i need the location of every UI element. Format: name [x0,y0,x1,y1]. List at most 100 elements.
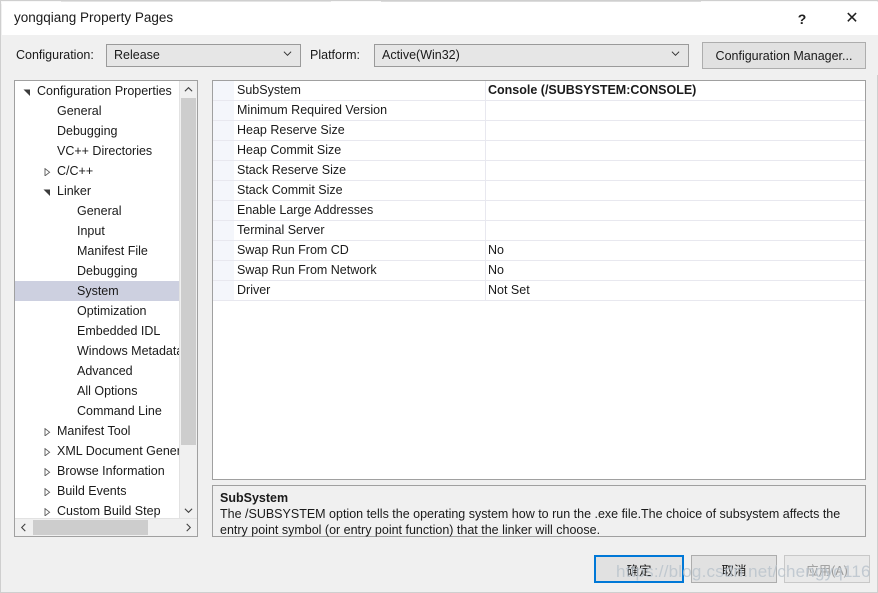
property-row[interactable]: Stack Reserve Size [213,161,865,181]
column-separator[interactable] [485,241,486,260]
tree-horizontal-scroll-thumb[interactable] [33,520,148,535]
configuration-dropdown[interactable]: Release [106,44,301,67]
tree-item-command-line[interactable]: Command Line [15,401,181,421]
triangle-down-icon[interactable] [19,81,35,101]
property-value[interactable]: No [488,261,504,280]
property-row-gutter [213,281,234,300]
tree-item-configuration-properties[interactable]: Configuration Properties [15,81,181,101]
tree-item-c-c[interactable]: C/C++ [15,161,181,181]
property-row[interactable]: Heap Reserve Size [213,121,865,141]
property-row[interactable]: Minimum Required Version [213,101,865,121]
property-value[interactable]: No [488,241,504,260]
property-value[interactable]: Not Set [488,281,530,300]
tree-item-debugging[interactable]: Debugging [15,121,181,141]
chevron-down-icon [283,51,292,57]
scroll-left-icon[interactable] [15,519,32,536]
scroll-up-icon[interactable] [180,81,197,98]
tree-item-linker[interactable]: Linker [15,181,181,201]
tree-item-label: Browse Information [57,464,165,478]
column-separator[interactable] [485,81,486,100]
property-row-gutter [213,121,234,140]
tree-item-browse-information[interactable]: Browse Information [15,461,181,481]
property-name: Swap Run From Network [237,263,377,277]
column-separator[interactable] [485,201,486,220]
tree-item-debugging[interactable]: Debugging [15,261,181,281]
configuration-bar: Configuration: Release Platform: Active(… [2,35,878,75]
property-row[interactable]: Terminal Server [213,221,865,241]
property-row-gutter [213,181,234,200]
tree-item-label: Embedded IDL [77,324,161,338]
property-row-gutter [213,201,234,220]
apply-button: 应用(A) [784,555,870,583]
property-row[interactable]: Swap Run From Network No [213,261,865,281]
triangle-right-icon[interactable] [39,501,55,519]
tree-item-label: Command Line [77,404,162,418]
help-icon[interactable]: ? [779,2,825,35]
close-icon[interactable]: ✕ [829,2,875,35]
column-separator[interactable] [485,101,486,120]
column-separator[interactable] [485,141,486,160]
property-grid[interactable]: SubSystem Console (/SUBSYSTEM:CONSOLE) Min… [212,80,866,480]
tree-item-label: Manifest File [77,244,148,258]
configuration-manager-button[interactable]: Configuration Manager... [702,42,866,69]
property-row[interactable]: Driver Not Set [213,281,865,301]
scroll-down-icon[interactable] [180,502,197,519]
platform-dropdown[interactable]: Active(Win32) [374,44,689,67]
tree-item-embedded-idl[interactable]: Embedded IDL [15,321,181,341]
column-separator[interactable] [485,281,486,300]
tree-item-windows-metadata[interactable]: Windows Metadata [15,341,181,361]
property-name: SubSystem [237,83,301,97]
column-separator[interactable] [485,121,486,140]
tree-item-general[interactable]: General [15,101,181,121]
property-row-gutter [213,161,234,180]
tree-vertical-scroll-thumb[interactable] [181,98,196,445]
property-row-gutter [213,101,234,120]
column-separator[interactable] [485,161,486,180]
tree-item-custom-build-step[interactable]: Custom Build Step [15,501,181,519]
ok-button[interactable]: 确定 [594,555,684,583]
description-title: SubSystem [220,491,289,505]
tree-item-manifest-file[interactable]: Manifest File [15,241,181,261]
scroll-right-icon[interactable] [180,519,197,536]
tree-item-advanced[interactable]: Advanced [15,361,181,381]
property-row[interactable]: Enable Large Addresses [213,201,865,221]
tree-item-xml-document-generator[interactable]: XML Document Generator [15,441,181,461]
property-row-gutter [213,221,234,240]
triangle-right-icon[interactable] [39,441,55,461]
tree-item-system[interactable]: System [15,281,181,301]
tree-item-label: System [77,284,119,298]
tree-item-label: General [77,204,122,218]
property-pages-dialog: yongqiang Property Pages ? ✕ Configurati… [0,0,878,593]
tree-item-label: Windows Metadata [77,344,181,358]
property-row[interactable]: Stack Commit Size [213,181,865,201]
column-separator[interactable] [485,261,486,280]
tree-item-general[interactable]: General [15,201,181,221]
triangle-right-icon[interactable] [39,461,55,481]
property-name: Driver [237,283,271,297]
property-row-gutter [213,81,234,100]
property-row[interactable]: Heap Commit Size [213,141,865,161]
triangle-down-icon[interactable] [39,181,55,201]
cancel-button[interactable]: 取消 [691,555,777,583]
triangle-right-icon[interactable] [39,421,55,441]
column-separator[interactable] [485,181,486,200]
property-row[interactable]: Swap Run From CD No [213,241,865,261]
tree-horizontal-scrollbar[interactable] [15,518,197,536]
tree-item-vc-directories[interactable]: VC++ Directories [15,141,181,161]
property-row[interactable]: SubSystem Console (/SUBSYSTEM:CONSOLE) [213,81,865,101]
tree-item-all-options[interactable]: All Options [15,381,181,401]
configuration-label: Configuration: [16,48,94,62]
tree-item-input[interactable]: Input [15,221,181,241]
property-value[interactable]: Console (/SUBSYSTEM:CONSOLE) [488,81,696,100]
configuration-tree: Configuration Properties General Debugging… [15,81,181,519]
tree-item-build-events[interactable]: Build Events [15,481,181,501]
tree-item-label: Input [77,224,105,238]
tree-item-manifest-tool[interactable]: Manifest Tool [15,421,181,441]
title-bar: yongqiang Property Pages ? ✕ [2,2,878,36]
triangle-right-icon[interactable] [39,161,55,181]
tree-item-optimization[interactable]: Optimization [15,301,181,321]
column-separator[interactable] [485,221,486,240]
triangle-right-icon[interactable] [39,481,55,501]
platform-label: Platform: [310,48,361,62]
tree-vertical-scrollbar[interactable] [179,81,197,519]
